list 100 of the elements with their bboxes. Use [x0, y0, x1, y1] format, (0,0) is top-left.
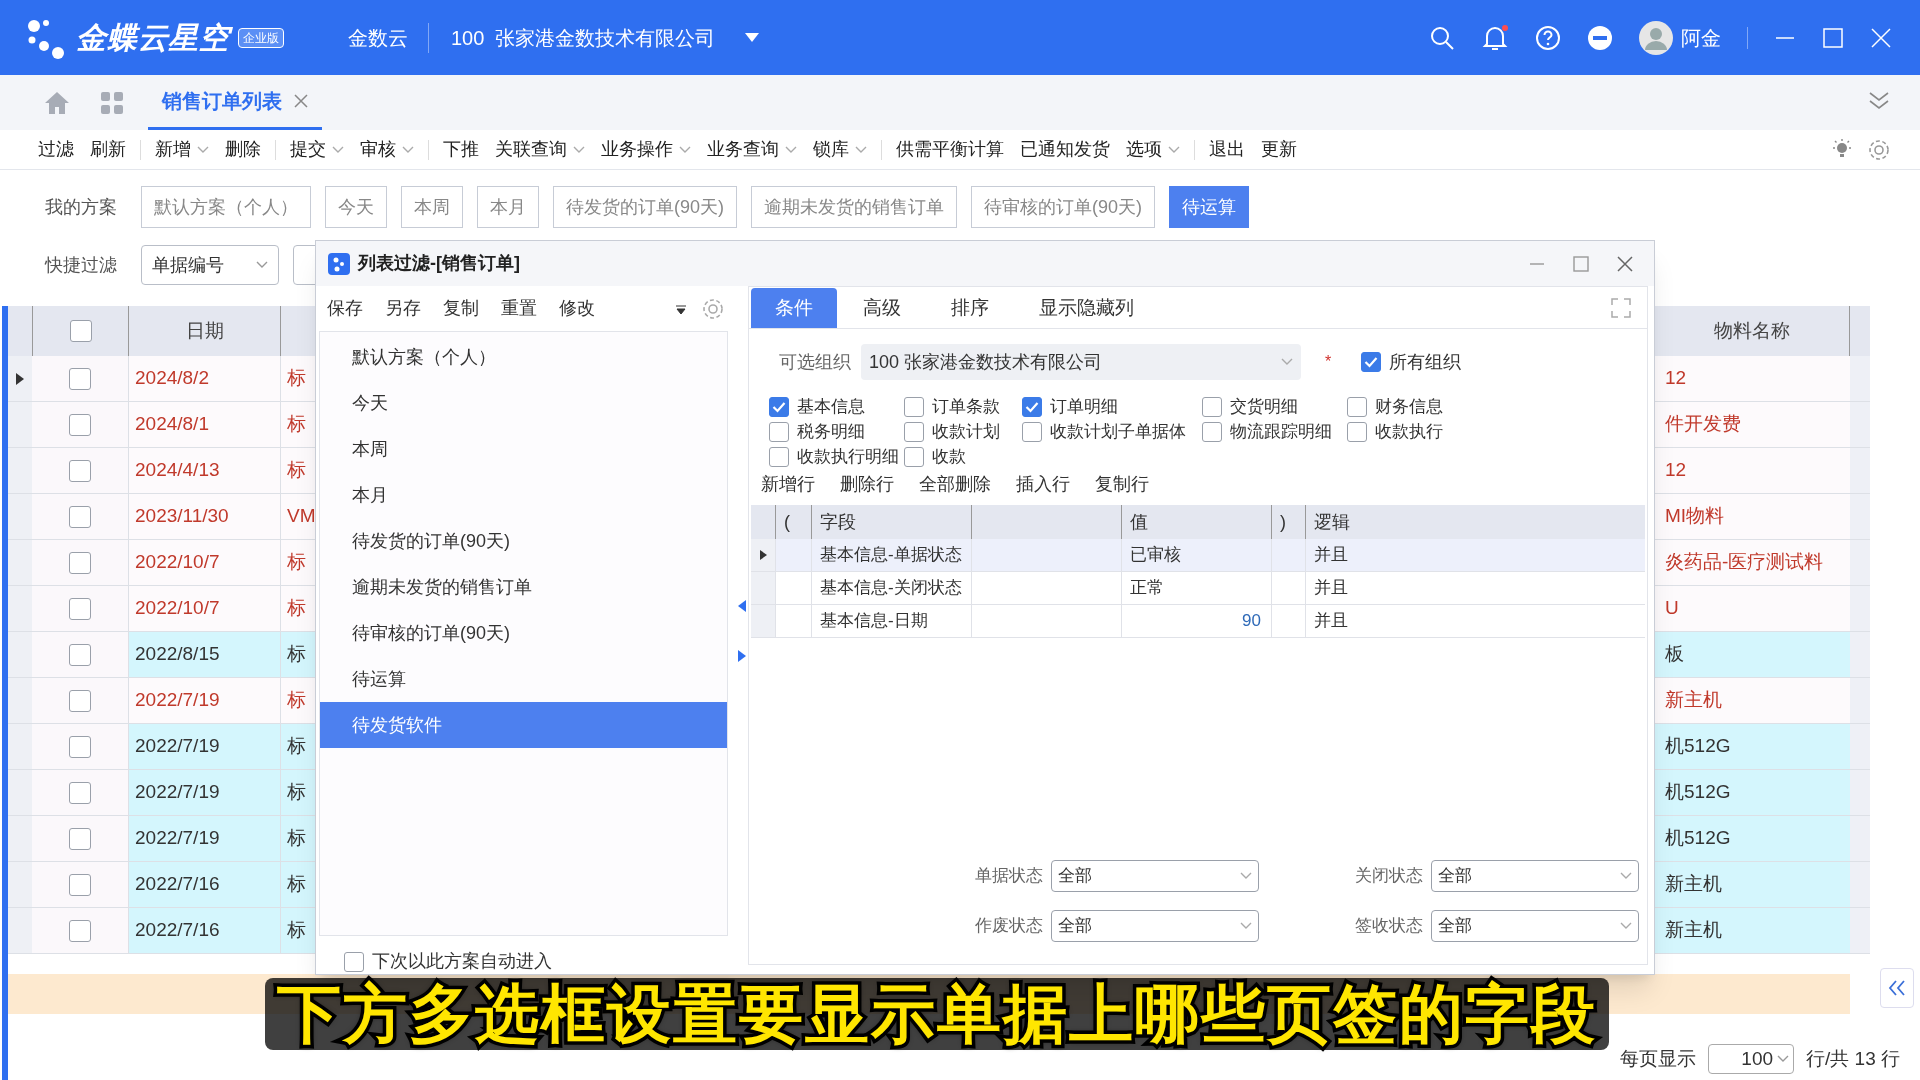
expand-right-icon[interactable] [738, 649, 746, 662]
page-size-dropdown[interactable]: 100 [1708, 1044, 1794, 1074]
user-name[interactable]: 阿金 [1681, 22, 1721, 53]
toolbar-button[interactable]: 已通知发货 [1012, 136, 1118, 163]
caret-down-icon[interactable] [745, 33, 760, 42]
scheme-action-button[interactable]: 修改 [559, 295, 595, 322]
expand-button[interactable] [1880, 968, 1914, 1008]
toolbar-button[interactable]: 供需平衡计算 [888, 136, 1012, 163]
sort-icon[interactable] [676, 303, 686, 314]
checkbox[interactable] [69, 367, 91, 390]
checkbox[interactable] [69, 873, 91, 896]
checkbox[interactable] [69, 459, 91, 482]
checkbox[interactable] [69, 413, 91, 436]
scheme-list-item[interactable]: 待发货软件 [320, 702, 727, 748]
scheme-list-item[interactable]: 待审核的订单(90天) [320, 610, 727, 656]
scheme-chip[interactable]: 今天 [325, 186, 387, 228]
scheme-list-item[interactable]: 本月 [320, 472, 727, 518]
scheme-chip[interactable]: 默认方案（个人） [141, 186, 311, 228]
scheme-list-item[interactable]: 默认方案（个人） [320, 334, 727, 380]
scheme-list-item[interactable]: 待发货的订单(90天) [320, 518, 727, 564]
checkbox[interactable] [904, 421, 924, 442]
checkbox[interactable] [1347, 421, 1367, 442]
scheme-action-button[interactable]: 复制 [443, 295, 479, 322]
toolbar-button[interactable]: 审核 [352, 136, 422, 163]
row-action-button[interactable]: 新增行 [761, 470, 815, 498]
avatar-icon[interactable] [1639, 20, 1673, 55]
filter-tab[interactable]: 排序 [927, 288, 1013, 328]
checkbox[interactable] [904, 446, 924, 467]
search-icon[interactable] [1429, 24, 1455, 51]
row-action-button[interactable]: 插入行 [1016, 470, 1070, 498]
checkbox[interactable] [1202, 421, 1222, 442]
collapse-left-icon[interactable] [738, 599, 746, 612]
filter-tab[interactable]: 条件 [751, 288, 837, 328]
close-icon[interactable] [1616, 254, 1634, 273]
organization-name[interactable]: 100 张家港金数技术有限公司 [451, 22, 716, 53]
checkbox[interactable] [769, 421, 789, 442]
checkbox[interactable] [69, 505, 91, 528]
scheme-chip[interactable]: 待运算 [1169, 186, 1250, 228]
toolbar-button[interactable]: 业务查询 [699, 136, 805, 163]
checkbox[interactable] [69, 551, 91, 574]
toolbar-button[interactable]: 删除 [217, 136, 269, 163]
dropdown-field[interactable]: 全部 [1431, 910, 1639, 942]
settings-icon[interactable] [702, 297, 724, 320]
organization-dropdown[interactable]: 100 张家港金数技术有限公司 [861, 344, 1301, 380]
bell-icon[interactable] [1481, 23, 1509, 52]
checkbox[interactable] [69, 919, 91, 942]
checkbox[interactable] [1202, 396, 1222, 417]
checkbox[interactable] [769, 446, 789, 467]
close-icon[interactable] [294, 94, 308, 108]
checkbox[interactable] [1022, 421, 1042, 442]
checkbox[interactable] [344, 951, 364, 972]
fullscreen-icon[interactable] [1611, 298, 1631, 318]
grid-icon[interactable] [100, 90, 124, 115]
help-icon[interactable] [1535, 24, 1561, 51]
dropdown-field[interactable]: 全部 [1051, 860, 1259, 892]
home-icon[interactable] [44, 90, 70, 115]
maximize-icon[interactable] [1572, 254, 1590, 273]
row-action-button[interactable]: 复制行 [1095, 470, 1149, 498]
checkbox[interactable] [69, 643, 91, 666]
toolbar-button[interactable]: 新增 [147, 136, 217, 163]
checkbox[interactable] [1361, 352, 1382, 372]
checkbox[interactable] [69, 597, 91, 620]
scheme-chip[interactable]: 本周 [401, 186, 463, 228]
scheme-list-item[interactable]: 待运算 [320, 656, 727, 702]
scheme-action-button[interactable]: 另存 [385, 295, 421, 322]
scheme-list-item[interactable]: 逾期未发货的销售订单 [320, 564, 727, 610]
toolbar-button[interactable]: 下推 [435, 136, 487, 163]
checkbox[interactable] [1347, 396, 1367, 417]
toolbar-button[interactable]: 提交 [282, 136, 352, 163]
filter-tab[interactable]: 显示隐藏列 [1015, 288, 1158, 328]
toolbar-button[interactable]: 锁库 [805, 136, 875, 163]
scheme-chip[interactable]: 待发货的订单(90天) [553, 186, 737, 228]
row-indicator[interactable] [751, 539, 775, 571]
toolbar-button[interactable]: 业务操作 [593, 136, 699, 163]
toolbar-button[interactable]: 过滤 [30, 136, 82, 163]
scheme-chip[interactable]: 待审核的订单(90天) [971, 186, 1156, 228]
checkbox[interactable] [69, 735, 91, 758]
minus-circle-icon[interactable] [1587, 24, 1613, 51]
checkbox[interactable] [69, 781, 91, 804]
scheme-chip[interactable]: 本月 [477, 186, 539, 228]
toolbar-button[interactable]: 退出 [1201, 136, 1253, 163]
checkbox[interactable] [904, 396, 924, 417]
checkbox[interactable] [1022, 396, 1042, 417]
scheme-chip[interactable]: 逾期未发货的销售订单 [751, 186, 957, 228]
toolbar-button[interactable]: 刷新 [82, 136, 134, 163]
settings-icon[interactable] [1868, 138, 1890, 161]
row-action-button[interactable]: 删除行 [840, 470, 894, 498]
row-action-button[interactable]: 全部删除 [919, 470, 991, 498]
checkbox[interactable] [69, 827, 91, 850]
checkbox[interactable] [769, 396, 789, 417]
app-name[interactable]: 金数云 [330, 22, 429, 53]
toolbar-button[interactable]: 关联查询 [487, 136, 593, 163]
toolbar-button[interactable]: 选项 [1118, 136, 1188, 163]
scheme-action-button[interactable]: 保存 [327, 295, 363, 322]
dropdown-field[interactable]: 全部 [1431, 860, 1639, 892]
filter-tab[interactable]: 高级 [839, 288, 925, 328]
dropdown-field[interactable]: 单据编号 [141, 245, 279, 285]
checkbox[interactable] [69, 320, 92, 342]
toolbar-button[interactable]: 更新 [1253, 136, 1305, 163]
collapse-chevrons-icon[interactable] [1868, 91, 1890, 111]
